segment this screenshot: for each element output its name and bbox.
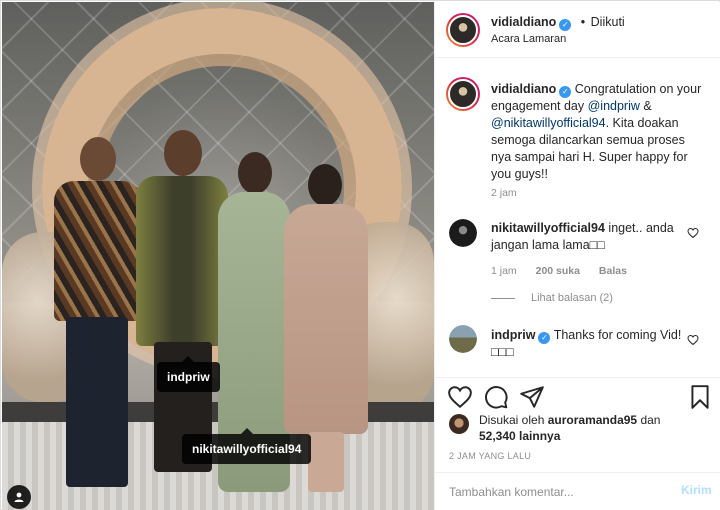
instagram-post-frame: indpriw nikitawillyofficial94 vidialdian…: [0, 0, 720, 510]
author-avatar[interactable]: [446, 13, 480, 47]
liker-username[interactable]: auroramanda95: [548, 413, 637, 427]
likes-count[interactable]: 52,340 lainnya: [479, 429, 560, 443]
comment-avatar-nikita[interactable]: [449, 219, 477, 247]
comment-indpriw: indpriw ✓ Thanks for coming Vid! □□□: [491, 327, 707, 361]
post-header: vidialdiano ✓ • Diikuti Acara Lamaran: [435, 2, 720, 58]
likes-prefix: Disukai oleh: [479, 413, 545, 427]
comment-input[interactable]: [449, 483, 669, 501]
person-batik-shirt: [46, 137, 146, 507]
mention-indpriw[interactable]: @indpriw: [588, 99, 640, 113]
comment-username[interactable]: indpriw: [491, 328, 535, 342]
likes-and: dan: [640, 413, 661, 427]
comment-meta: 1 jam 200 suka Balas: [491, 265, 643, 277]
follow-status[interactable]: Diikuti: [591, 15, 625, 29]
post-location[interactable]: Acara Lamaran: [491, 33, 566, 45]
comment-nikita: nikitawillyofficial94 inget.. anda janga…: [491, 220, 707, 254]
photo-tag-indpriw[interactable]: indpriw: [157, 356, 220, 392]
comment-emoji: □□□: [491, 345, 514, 359]
post-photo[interactable]: indpriw nikitawillyofficial94: [2, 2, 434, 510]
post-sidebar: vidialdiano ✓ • Diikuti Acara Lamaran vid…: [434, 2, 720, 510]
comments-list: vidialdiano ✓ Congratulation on your enga…: [435, 59, 720, 377]
comment-emoji: □□: [589, 238, 605, 252]
user-tag-icon[interactable]: [7, 485, 31, 509]
comment-icon[interactable]: [483, 384, 509, 410]
caption-time[interactable]: 2 jam: [491, 187, 517, 199]
reply-button[interactable]: Balas: [599, 265, 627, 277]
action-bar: [435, 377, 720, 417]
bookmark-icon[interactable]: [687, 384, 713, 410]
share-icon[interactable]: [519, 384, 545, 410]
caption-avatar[interactable]: [446, 77, 480, 111]
verified-icon: ✓: [559, 86, 572, 98]
caption-amp: &: [639, 99, 652, 113]
caption-username[interactable]: vidialdiano: [491, 82, 556, 96]
comment-time[interactable]: 1 jam: [491, 265, 517, 277]
verified-icon: ✓: [538, 332, 551, 344]
view-replies[interactable]: Lihat balasan (2): [491, 292, 613, 304]
comment-like-heart-icon[interactable]: [687, 334, 699, 346]
comment-text: Thanks for coming Vid!: [553, 328, 682, 342]
post-comment-button[interactable]: Kirim: [681, 483, 712, 497]
post-timestamp[interactable]: 2 JAM YANG LALU: [449, 451, 531, 461]
follow-status-bullet: •: [580, 15, 586, 29]
mention-nikita[interactable]: @nikitawillyofficial94: [491, 116, 606, 130]
comment-like-heart-icon[interactable]: [687, 227, 699, 239]
verified-icon: ✓: [559, 19, 572, 31]
comment-username[interactable]: nikitawillyofficial94: [491, 221, 605, 235]
liker-avatar[interactable]: [449, 414, 469, 434]
comment-composer: Kirim: [435, 472, 720, 510]
view-replies-label: Lihat balasan (2): [531, 292, 613, 304]
author-username[interactable]: vidialdiano: [491, 15, 556, 29]
caption-text: vidialdiano ✓ Congratulation on your enga…: [491, 81, 707, 183]
photo-tag-nikita[interactable]: nikitawillyofficial94: [182, 428, 312, 464]
comment-avatar-indpriw[interactable]: [449, 325, 477, 353]
heart-icon[interactable]: [447, 384, 473, 410]
comment-likes[interactable]: 200 suka: [536, 265, 580, 277]
